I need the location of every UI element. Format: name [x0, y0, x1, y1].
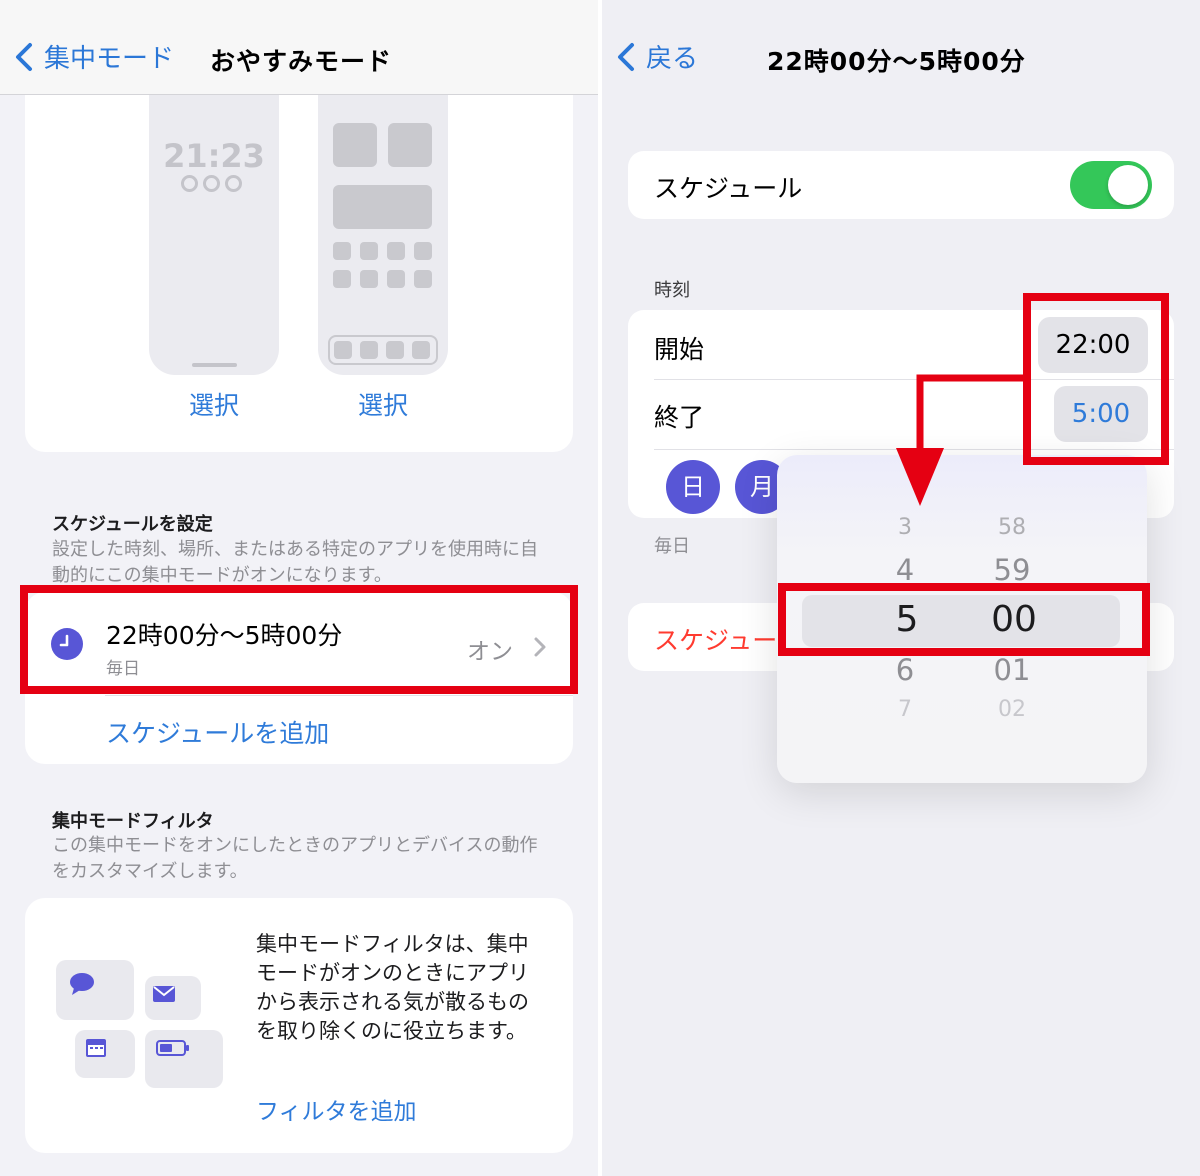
- minute-option[interactable]: 59: [972, 553, 1052, 587]
- page-title: おやすみモード: [210, 47, 393, 76]
- filter-section-description: この集中モードをオンにしたときのアプリとデバイスの動作をカスタマイズします。: [52, 835, 538, 882]
- back-label: 戻る: [646, 44, 699, 74]
- time-section-label: 時刻: [654, 280, 690, 301]
- chevron-left-icon: [618, 42, 634, 71]
- app-tile: [333, 242, 351, 260]
- filter-section-heading: 集中モードフィルタ: [52, 811, 214, 832]
- page-title: 22時00分〜5時00分: [767, 47, 1026, 76]
- filter-description-text: 集中モードフィルタは、集中モードがオンのときにアプリから表示される気が散るものを…: [256, 932, 529, 1043]
- home-screen-preview[interactable]: [318, 95, 448, 375]
- end-label: 終了: [654, 403, 705, 432]
- focus-settings-screen: 21:23 選択 選択 集中モード おやすみモード スケジュールを設定 設定した…: [0, 0, 598, 1176]
- select-lock-screen-link[interactable]: 選択: [189, 386, 239, 422]
- battery-icon: [156, 1040, 189, 1056]
- schedule-section-heading: スケジュールを設定: [52, 514, 213, 535]
- highlight-box: [20, 585, 578, 694]
- highlight-box: [1023, 293, 1169, 465]
- app-tile: [414, 270, 432, 288]
- back-button[interactable]: 集中モード: [14, 38, 174, 75]
- screen-preview-card: [25, 60, 573, 452]
- schedule-toggle-card: スケジュール: [628, 151, 1174, 219]
- home-indicator: [192, 363, 237, 367]
- schedule-toggle-label: スケジュール: [654, 174, 803, 203]
- repeat-label: 毎日: [654, 536, 690, 557]
- schedule-section-description: 設定した時刻、場所、またはある特定のアプリを使用時に自動的にこの集中モードがオン…: [52, 539, 538, 586]
- app-tile: [360, 270, 378, 288]
- back-button[interactable]: 戻る: [616, 38, 698, 75]
- app-tile: [387, 242, 405, 260]
- toggle-knob: [1108, 165, 1148, 205]
- add-filter-button[interactable]: フィルタを追加: [256, 1092, 417, 1126]
- mail-icon: [153, 986, 175, 1002]
- chevron-left-icon: [16, 42, 32, 71]
- arrow-down-icon: [896, 374, 1024, 506]
- widget-tile: [333, 185, 432, 229]
- hour-option[interactable]: 6: [865, 653, 945, 687]
- schedule-toggle-switch[interactable]: [1070, 161, 1152, 209]
- app-tile: [333, 123, 377, 167]
- app-tile: [333, 270, 351, 288]
- hour-option[interactable]: 4: [865, 553, 945, 587]
- hour-option[interactable]: 3: [865, 515, 945, 540]
- lock-screen-clock: 21:23: [163, 137, 265, 175]
- app-tile: [360, 242, 378, 260]
- select-home-screen-link[interactable]: 選択: [358, 386, 408, 422]
- app-tile: [414, 242, 432, 260]
- app-tile: [387, 270, 405, 288]
- hour-option[interactable]: 7: [865, 697, 945, 722]
- schedule-detail-screen: 戻る 22時00分〜5時00分 スケジュール 時刻 開始 22:00 終了 5:…: [602, 0, 1200, 1176]
- minute-option[interactable]: 01: [972, 653, 1052, 687]
- start-label: 開始: [654, 335, 705, 364]
- nav-bar: 集中モード おやすみモード: [0, 0, 598, 95]
- add-schedule-button[interactable]: スケジュールを追加: [106, 714, 329, 750]
- back-label: 集中モード: [44, 44, 175, 74]
- highlight-box: [778, 583, 1150, 656]
- message-bubble-icon: [70, 973, 94, 995]
- panel-separator: [598, 0, 602, 1176]
- day-sunday-button[interactable]: 日: [666, 460, 720, 514]
- minute-option[interactable]: 58: [972, 515, 1052, 540]
- divider: [105, 695, 573, 696]
- minute-option[interactable]: 02: [972, 697, 1052, 722]
- widget-dots-icon: [181, 175, 242, 192]
- calendar-icon: [86, 1039, 106, 1057]
- nav-bar: 戻る 22時00分〜5時00分: [602, 0, 1200, 95]
- app-tile: [388, 123, 432, 167]
- dock: [328, 335, 438, 365]
- filter-illustration: [56, 960, 226, 1090]
- delete-schedule-button[interactable]: スケジュー: [654, 621, 777, 657]
- lock-screen-preview[interactable]: 21:23: [149, 95, 279, 375]
